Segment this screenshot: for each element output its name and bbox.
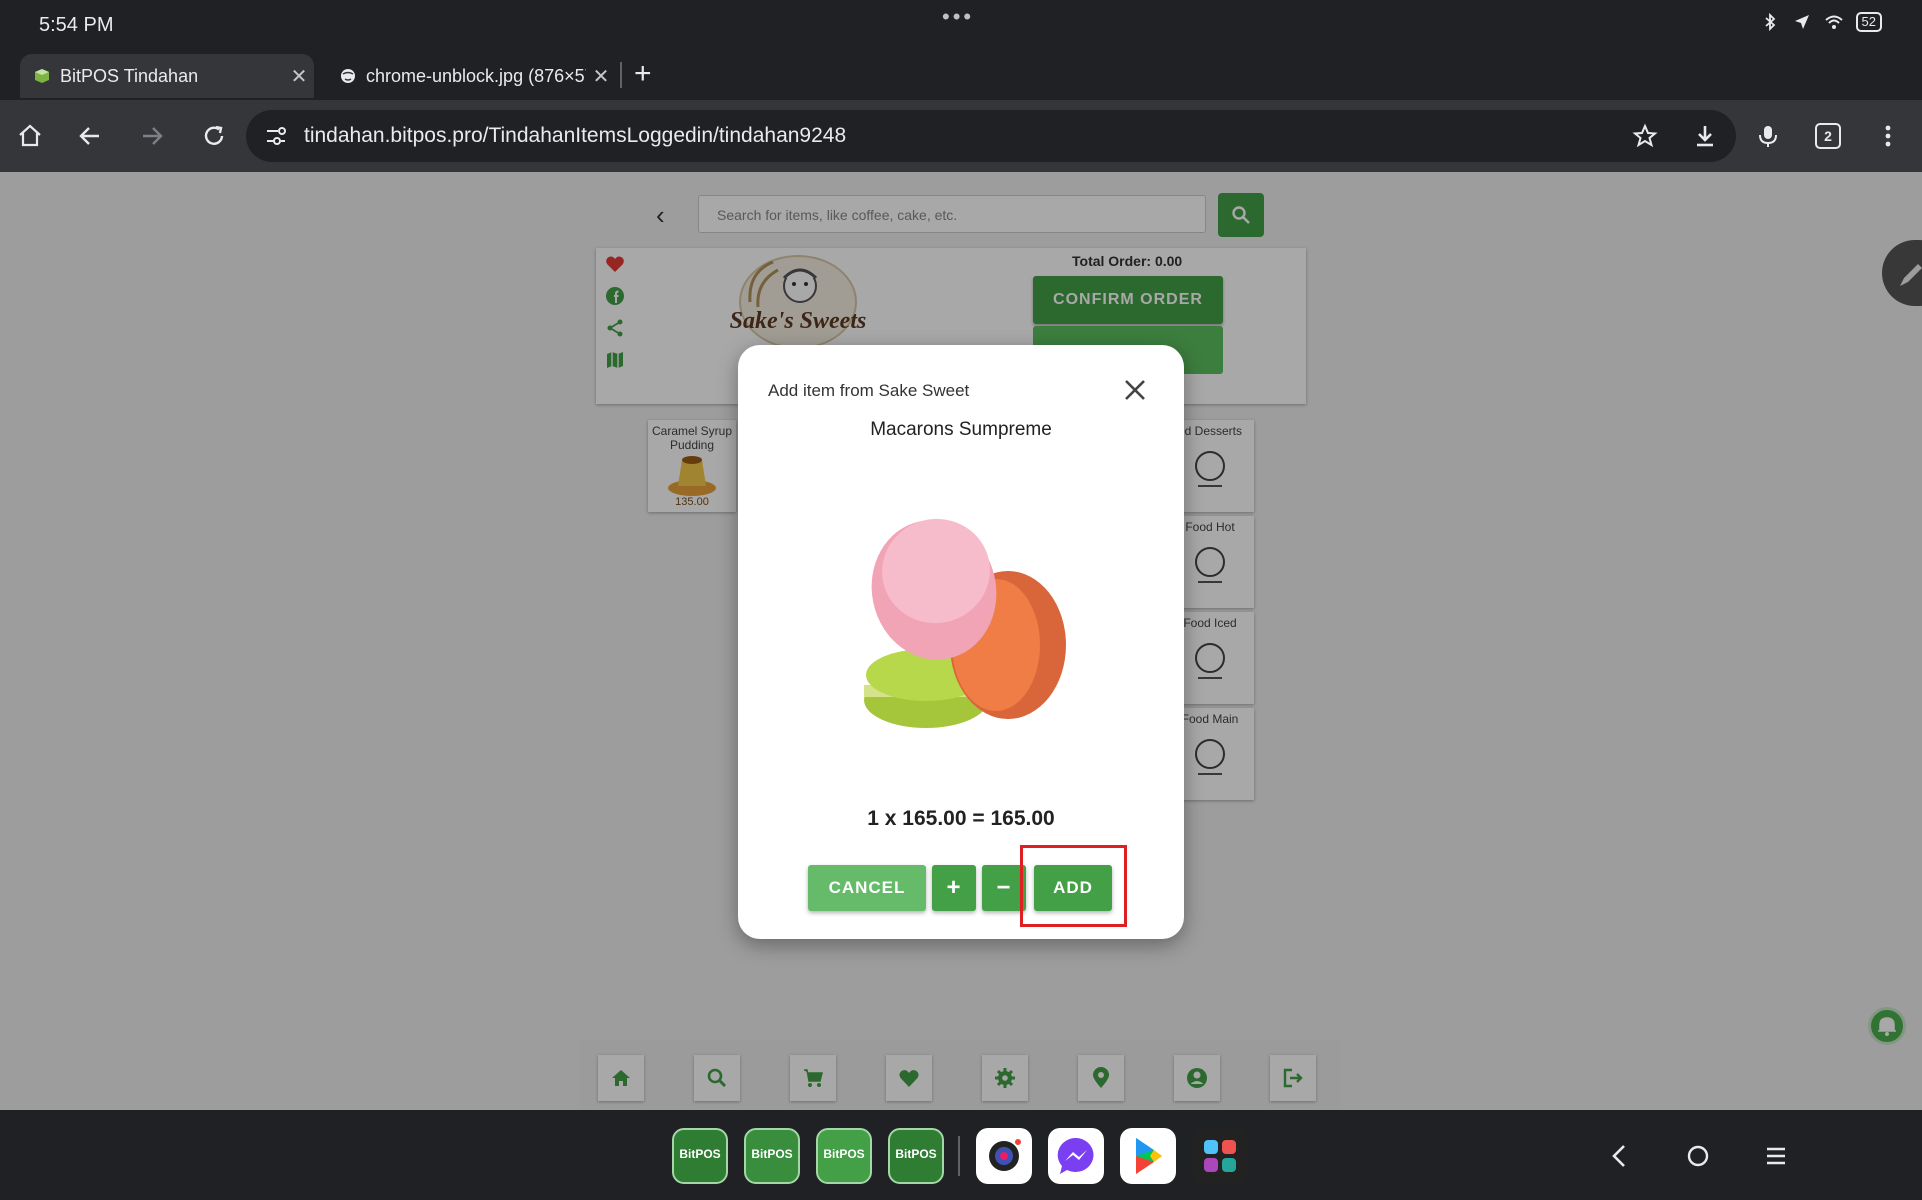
tab-bitpos[interactable]: BitPOS Tindahan ✕ (20, 54, 314, 98)
close-icon[interactable] (1122, 377, 1148, 403)
camera-app-icon[interactable] (976, 1128, 1032, 1184)
system-back-button[interactable] (1602, 1138, 1638, 1174)
app-drawer-icon (1204, 1140, 1236, 1172)
bookmark-star-icon[interactable] (1632, 123, 1658, 149)
battery-indicator: 52 (1855, 12, 1882, 32)
url-text: tindahan.bitpos.pro/TindahanItemsLoggedi… (304, 124, 847, 147)
microphone-icon (1759, 126, 1777, 147)
bitpos-app-4-icon[interactable]: BitPOS (888, 1128, 944, 1184)
dialog-product-name: Macarons Sumpreme (870, 419, 1052, 440)
price-calculation: 1 x 165.00 = 165.00 (867, 807, 1055, 830)
back-button[interactable] (72, 118, 108, 154)
tab-count: 2 (1815, 123, 1841, 149)
tab-separator (620, 62, 622, 88)
system-recents-button[interactable] (1758, 1138, 1794, 1174)
add-button-highlight (1020, 845, 1127, 927)
dialog-title: Add item from Sake Sweet (768, 381, 970, 400)
dock-separator (958, 1136, 960, 1176)
play-store-icon (1136, 1138, 1162, 1174)
bitpos-app-3-icon[interactable]: BitPOS (816, 1128, 872, 1184)
circle-home-icon (1687, 1145, 1709, 1167)
more-vert-icon (1885, 125, 1891, 147)
tab-title: chrome-unblock.jpg (876×57 (366, 65, 586, 86)
play-store-app-icon[interactable] (1120, 1128, 1176, 1184)
menu-lines-icon (1767, 1147, 1785, 1165)
location-arrow-icon (1794, 15, 1809, 29)
arrow-right-icon (143, 127, 163, 145)
more-menu-button[interactable] (1870, 118, 1906, 154)
bitpos-app-1-icon[interactable]: BitPOS (672, 1128, 728, 1184)
chevron-left-icon (1612, 1145, 1625, 1167)
globe-favicon-icon (341, 69, 355, 83)
bluetooth-icon (1764, 12, 1775, 32)
arrow-left-icon (79, 127, 99, 145)
tab-switcher-button[interactable]: 2 (1810, 118, 1846, 154)
close-tab-icon[interactable]: ✕ (586, 64, 616, 89)
download-icon[interactable] (1692, 123, 1718, 149)
reload-button[interactable] (196, 118, 232, 154)
forward-button[interactable] (134, 118, 170, 154)
tab-bar: BitPOS Tindahan ✕ chrome-unblock.jpg (87… (0, 50, 1922, 100)
site-settings-icon[interactable] (264, 124, 288, 148)
bitpos-app-2-icon[interactable]: BitPOS (744, 1128, 800, 1184)
browser-toolbar: tindahan.bitpos.pro/TindahanItemsLoggedi… (0, 100, 1922, 172)
camera-icon (989, 1139, 1021, 1171)
status-icons: 52 (1760, 12, 1882, 32)
apps-grid-icon[interactable] (1192, 1128, 1248, 1184)
close-tab-icon[interactable]: ✕ (284, 64, 314, 89)
new-tab-button[interactable]: + (634, 54, 662, 94)
app-label: BitPOS (823, 1147, 865, 1161)
macarons-image (864, 518, 1066, 728)
status-time: 5:54 PM (39, 14, 114, 36)
window-menu-dots[interactable]: ••• (942, 4, 974, 30)
home-icon (19, 124, 41, 147)
tab-title: BitPOS Tindahan (60, 65, 199, 86)
cube-favicon-icon (35, 69, 49, 83)
address-bar[interactable]: tindahan.bitpos.pro/TindahanItemsLoggedi… (246, 110, 1736, 162)
tab-chrome-unblock[interactable]: chrome-unblock.jpg (876×57 ✕ (326, 54, 616, 98)
increase-quantity-button[interactable]: + (932, 865, 976, 911)
wifi-icon (1824, 15, 1843, 29)
home-button[interactable] (12, 118, 48, 154)
voice-search-button[interactable] (1750, 118, 1786, 154)
screen: 5:54 PM ••• 52 BitPOS Tindahan ✕ chrome-… (0, 0, 1922, 1200)
reload-icon (204, 125, 224, 145)
app-label: BitPOS (895, 1147, 937, 1161)
app-label: BitPOS (679, 1147, 721, 1161)
app-label: BitPOS (751, 1147, 793, 1161)
messenger-app-icon[interactable] (1048, 1128, 1104, 1184)
cancel-button[interactable]: CANCEL (808, 865, 926, 911)
status-bar: 5:54 PM ••• 52 (0, 0, 1922, 50)
system-home-button[interactable] (1680, 1138, 1716, 1174)
messenger-icon (1057, 1137, 1094, 1174)
